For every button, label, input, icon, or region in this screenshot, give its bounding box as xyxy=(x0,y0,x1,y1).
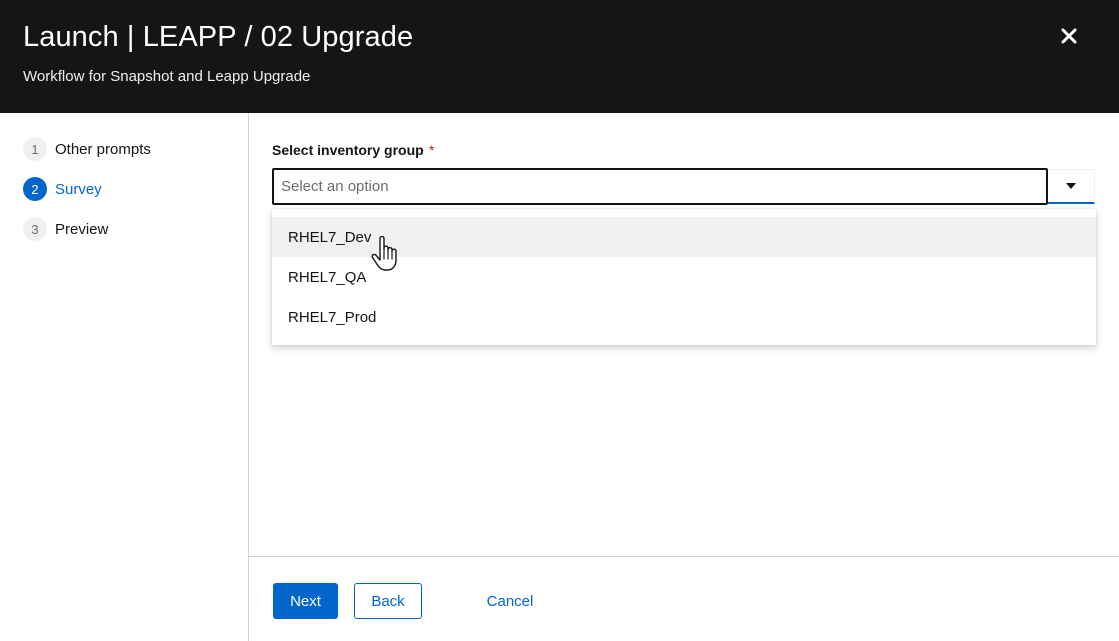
close-icon xyxy=(1061,28,1077,44)
required-indicator: * xyxy=(429,142,435,158)
step-label: Survey xyxy=(55,180,102,198)
inventory-group-typeahead[interactable] xyxy=(272,168,1048,205)
wizard-nav: 1 Other prompts 2 Survey 3 Preview xyxy=(0,113,249,641)
option-rhel7-prod[interactable]: RHEL7_Prod xyxy=(272,297,1096,337)
nav-step-preview[interactable]: 3 Preview xyxy=(23,217,108,241)
modal-header: Launch | LEAPP / 02 Upgrade Workflow for… xyxy=(0,0,1119,113)
option-rhel7-dev[interactable]: RHEL7_Dev xyxy=(272,217,1096,257)
select-options-menu: RHEL7_Dev RHEL7_QA RHEL7_Prod xyxy=(272,209,1096,345)
step-number: 3 xyxy=(23,217,47,241)
step-number: 2 xyxy=(23,177,47,201)
nav-step-other-prompts[interactable]: 1 Other prompts xyxy=(23,137,151,161)
caret-down-icon xyxy=(1066,183,1076,189)
step-label: Preview xyxy=(55,220,109,238)
modal-subtitle: Workflow for Snapshot and Leapp Upgrade xyxy=(23,68,311,85)
select-toggle-button[interactable] xyxy=(1048,169,1095,204)
nav-step-survey[interactable]: 2 Survey xyxy=(23,177,102,201)
option-rhel7-qa[interactable]: RHEL7_QA xyxy=(272,257,1096,297)
cancel-button[interactable]: Cancel xyxy=(470,583,550,619)
step-number: 1 xyxy=(23,137,47,161)
next-button[interactable]: Next xyxy=(273,583,338,619)
modal-title: Launch | LEAPP / 02 Upgrade xyxy=(23,21,414,53)
back-button[interactable]: Back xyxy=(354,583,422,619)
step-label: Other prompts xyxy=(55,140,151,158)
inventory-group-label: Select inventory group xyxy=(272,142,424,158)
close-button[interactable] xyxy=(1055,22,1083,50)
wizard-footer: Next Back Cancel xyxy=(249,556,1119,641)
